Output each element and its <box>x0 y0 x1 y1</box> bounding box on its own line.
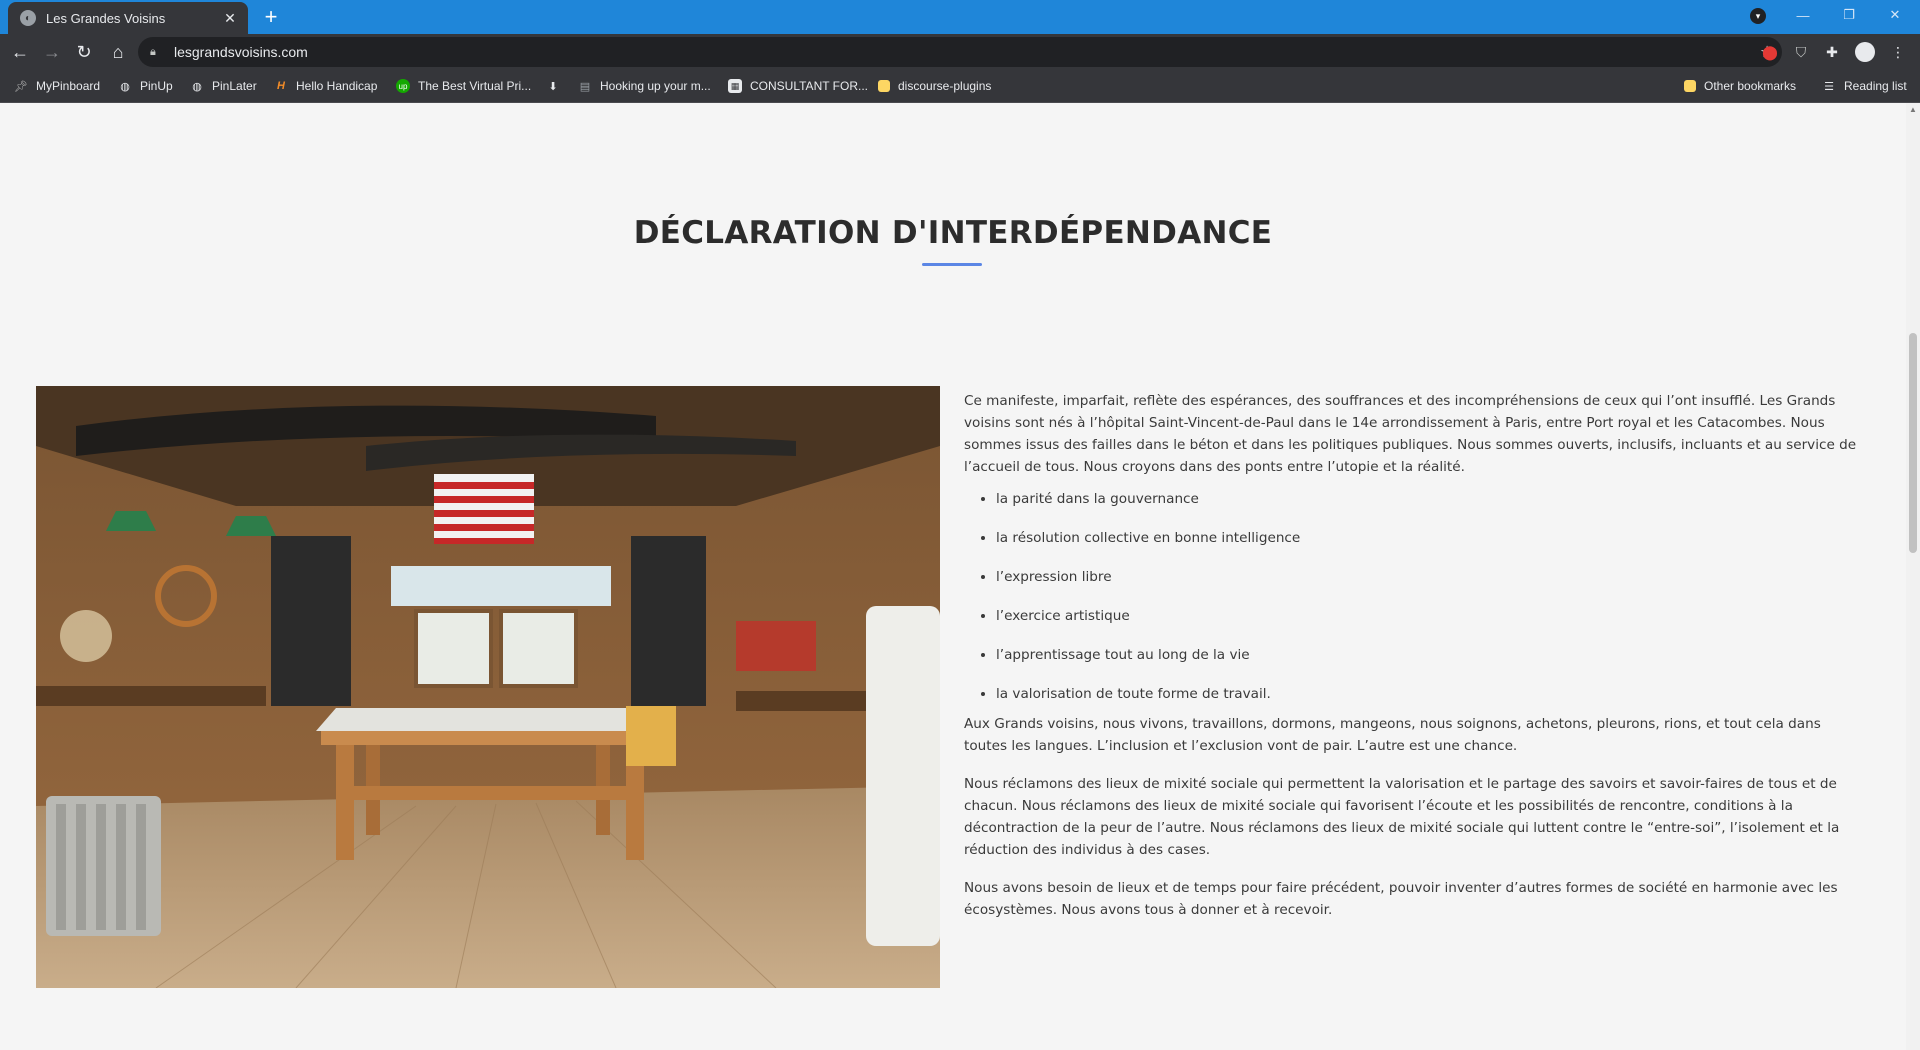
bookmark-label: MyPinboard <box>36 79 101 93</box>
bookmark-label: discourse-plugins <box>898 79 992 93</box>
bookmark-item[interactable]: ▤ Hooking up your m... <box>578 70 711 102</box>
folder-icon <box>1684 80 1696 92</box>
body-paragraph: Nous avons besoin de lieux et de temps p… <box>964 880 1838 918</box>
bookmark-item[interactable]: discourse-plugins <box>878 70 991 102</box>
bookmark-label: PinLater <box>212 79 257 93</box>
h-logo-icon: H <box>277 80 285 92</box>
forward-arrow-icon[interactable]: → <box>38 38 66 66</box>
page-scrollbar[interactable]: ▲ <box>1906 103 1920 1050</box>
flag-decoration <box>434 474 534 544</box>
extension-shield-icon[interactable]: ⬤ <box>1760 42 1780 62</box>
page-icon: ▤ <box>579 80 591 93</box>
pin-icon: 📌︎ <box>14 80 28 93</box>
menu-kebab-icon[interactable]: ⋮ <box>1888 42 1908 62</box>
qr-icon: ▦ <box>728 79 742 93</box>
list-item: l’apprentissage tout au long de la vie <box>996 644 1860 666</box>
reload-icon[interactable]: ↻ <box>70 38 98 66</box>
bookmark-item[interactable]: up The Best Virtual Pri... <box>396 70 531 102</box>
extensions-puzzle-icon[interactable]: ✚ <box>1822 42 1842 62</box>
site-favicon-icon: ◐ <box>20 10 36 26</box>
profile-avatar[interactable] <box>1855 42 1875 62</box>
body-paragraph: Aux Grands voisins, nous vivons, travail… <box>964 716 1821 754</box>
home-icon[interactable]: ⌂ <box>104 38 132 66</box>
lock-icon: 🔒︎ <box>150 45 156 58</box>
list-item: la résolution collective en bonne intell… <box>996 527 1860 549</box>
radiator <box>46 796 161 936</box>
new-tab-button[interactable]: + <box>258 4 284 30</box>
workshop-illustration <box>36 386 940 988</box>
bookmark-item[interactable]: ◍ PinLater <box>190 70 257 102</box>
tab-strip: ◐ Les Grandes Voisins ✕ + ▾ — ❐ ✕ <box>0 0 1920 34</box>
close-window-button[interactable]: ✕ <box>1872 0 1918 30</box>
bookmark-item[interactable]: H Hello Handicap <box>274 70 377 102</box>
globe-icon: ◍ <box>120 80 130 93</box>
bookmark-label: Reading list <box>1844 79 1907 93</box>
intro-paragraph: Ce manifeste, imparfait, reflète des esp… <box>964 393 1857 475</box>
page-title: DÉCLARATION D'INTERDÉPENDANCE <box>633 215 1273 251</box>
bookmark-label: Hooking up your m... <box>600 79 711 93</box>
extension-ghost-icon[interactable]: ⛉ <box>1791 42 1811 62</box>
bookmark-item[interactable]: ◍ PinUp <box>118 70 173 102</box>
other-bookmarks-folder[interactable]: Other bookmarks <box>1684 70 1796 102</box>
globe-icon: ◍ <box>192 80 202 93</box>
list-item: l’expression libre <box>996 566 1860 588</box>
list-item: la valorisation de toute forme de travai… <box>996 683 1860 705</box>
bookmark-item[interactable]: 📌︎ MyPinboard <box>14 70 100 102</box>
download-icon: ⬇ <box>548 80 558 93</box>
back-arrow-icon[interactable]: ← <box>6 38 34 66</box>
close-tab-icon[interactable]: ✕ <box>220 10 240 27</box>
reading-list-icon: ☰ <box>1824 80 1834 93</box>
bookmark-label: PinUp <box>140 79 173 93</box>
bookmark-label: The Best Virtual Pri... <box>418 79 532 93</box>
bookmark-item[interactable]: ⬇ <box>546 70 568 102</box>
declaration-text: Ce manifeste, imparfait, reflète des esp… <box>964 386 1860 921</box>
tab-title: Les Grandes Voisins <box>46 10 166 26</box>
scroll-up-icon[interactable]: ▲ <box>1906 103 1920 117</box>
minimize-button[interactable]: — <box>1780 0 1826 30</box>
page-viewport: DÉCLARATION D'INTERDÉPENDANCE Ce manifes… <box>0 103 1906 1050</box>
browser-tab[interactable]: ◐ Les Grandes Voisins ✕ <box>8 2 248 34</box>
browser-toolbar: ← → ↻ ⌂ 🔒︎ lesgrandsvoisins.com ☆ ⬤ ⛉ ✚ … <box>0 34 1920 70</box>
address-bar[interactable]: 🔒︎ lesgrandsvoisins.com ☆ <box>138 37 1782 67</box>
values-list: la parité dans la gouvernance la résolut… <box>964 488 1860 705</box>
bookmark-item[interactable]: ▦ CONSULTANT FOR... <box>728 70 868 102</box>
url-text[interactable]: lesgrandsvoisins.com <box>174 44 1752 60</box>
list-item: la parité dans la gouvernance <box>996 488 1860 510</box>
body-paragraph: Nous réclamons des lieux de mixité socia… <box>964 776 1840 858</box>
bookmarks-bar: 📌︎ MyPinboard ◍ PinUp ◍ PinLater H Hello… <box>0 70 1920 103</box>
folder-icon <box>878 80 890 92</box>
bookmark-label: CONSULTANT FOR... <box>750 79 869 93</box>
workshop-photo <box>36 386 940 988</box>
list-item: l’exercice artistique <box>996 605 1860 627</box>
bookmark-label: Other bookmarks <box>1704 79 1797 93</box>
tab-search-icon[interactable]: ▾ <box>1750 8 1766 24</box>
bookmark-label: Hello Handicap <box>296 79 378 93</box>
reading-list-button[interactable]: ☰ Reading list <box>1822 70 1907 102</box>
upwork-icon: up <box>396 79 410 93</box>
restore-button[interactable]: ❐ <box>1826 0 1872 30</box>
title-underline <box>922 263 982 266</box>
scroll-thumb[interactable] <box>1909 333 1917 553</box>
